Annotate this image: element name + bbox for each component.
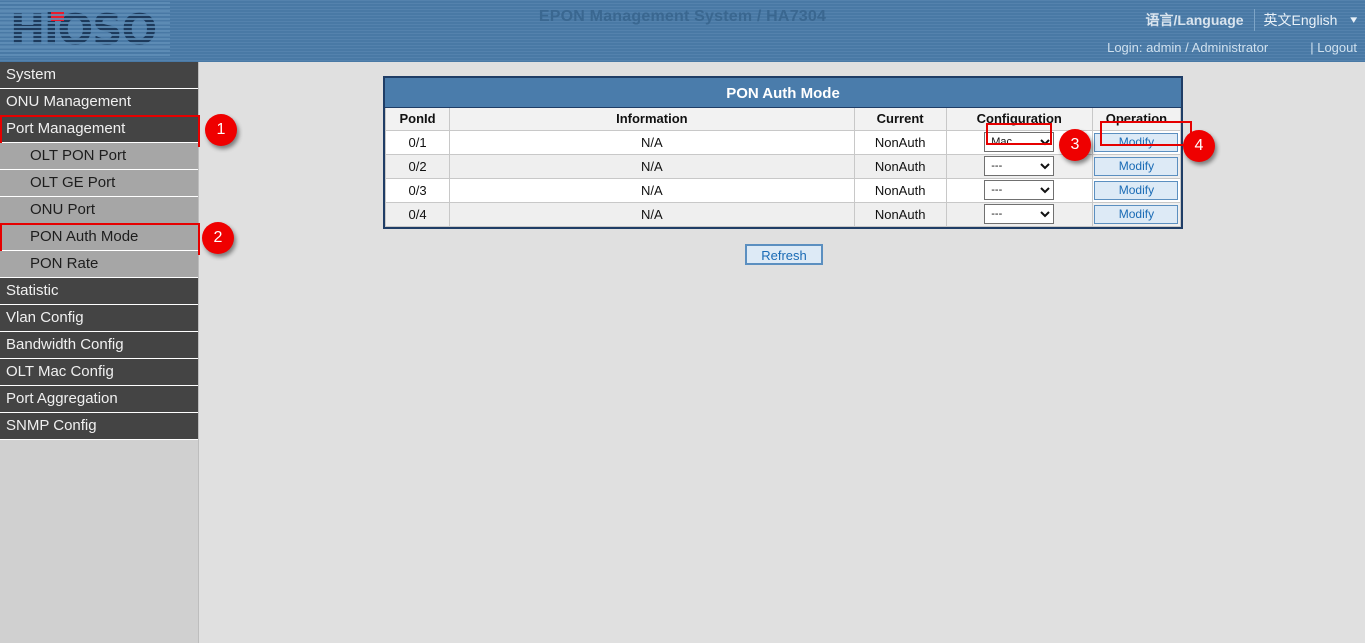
cell-information: N/A: [450, 202, 855, 226]
sidebar-item-onu-port[interactable]: ONU Port: [0, 197, 198, 224]
sidebar-item-bandwidth-config[interactable]: Bandwidth Config: [0, 332, 198, 359]
config-select-0-1[interactable]: ---MacLoidLoid+PwdPwd: [984, 132, 1054, 152]
sidebar-item-label: Vlan Config: [6, 309, 84, 326]
cell-configuration: ---MacLoidLoid+PwdPwd: [946, 178, 1092, 202]
panel-title: PON Auth Mode: [383, 76, 1183, 108]
table-row: 0/4N/ANonAuth ---MacLoidLoid+PwdPwd Modify: [386, 202, 1181, 226]
cell-operation: Modify: [1092, 130, 1180, 154]
cell-operation: Modify: [1092, 178, 1180, 202]
table-header-row: PonId Information Current Configuration …: [386, 108, 1181, 130]
cell-information: N/A: [450, 154, 855, 178]
modify-button-0-1[interactable]: Modify: [1094, 133, 1178, 152]
cell-ponid: 0/2: [386, 154, 450, 178]
pon-auth-mode-table: PonId Information Current Configuration …: [385, 108, 1181, 227]
sidebar-item-port-aggregation[interactable]: Port Aggregation: [0, 386, 198, 413]
column-header-ponid: PonId: [386, 108, 450, 130]
sidebar-item-statistic[interactable]: Statistic: [0, 278, 198, 305]
sidebar-item-vlan-config[interactable]: Vlan Config: [0, 305, 198, 332]
app-header: HiOSO EPON Management System / HA7304 语言…: [0, 0, 1365, 62]
sidebar-item-olt-pon-port[interactable]: OLT PON Port: [0, 143, 198, 170]
cell-operation: Modify: [1092, 202, 1180, 226]
config-select-0-2[interactable]: ---MacLoidLoid+PwdPwd: [984, 156, 1054, 176]
sidebar-item-label: PON Auth Mode: [30, 228, 138, 245]
modify-button-0-2[interactable]: Modify: [1094, 157, 1178, 176]
config-select-0-3[interactable]: ---MacLoidLoid+PwdPwd: [984, 180, 1054, 200]
sidebar-item-label: Statistic: [6, 282, 59, 299]
sidebar-item-label: OLT Mac Config: [6, 363, 114, 380]
cell-current: NonAuth: [854, 202, 946, 226]
modify-button-0-3[interactable]: Modify: [1094, 181, 1178, 200]
refresh-button[interactable]: Refresh: [745, 244, 823, 265]
cell-current: NonAuth: [854, 178, 946, 202]
sidebar-item-olt-mac-config[interactable]: OLT Mac Config: [0, 359, 198, 386]
table-row: 0/3N/ANonAuth ---MacLoidLoid+PwdPwd Modify: [386, 178, 1181, 202]
cell-ponid: 0/1: [386, 130, 450, 154]
sidebar-item-label: ONU Management: [6, 93, 131, 110]
sidebar-item-label: ONU Port: [30, 201, 95, 218]
language-label: 语言/Language: [1146, 10, 1244, 30]
config-select-0-4[interactable]: ---MacLoidLoid+PwdPwd: [984, 204, 1054, 224]
column-header-information: Information: [450, 108, 855, 130]
sidebar-item-label: Port Aggregation: [6, 390, 118, 407]
sidebar-item-onu-management[interactable]: ONU Management: [0, 89, 198, 116]
annotation-badge-2: 2: [202, 222, 234, 254]
cell-operation: Modify: [1092, 154, 1180, 178]
language-selector-group: 语言/Language 英文English ▾: [1146, 8, 1357, 32]
sidebar-item-port-management[interactable]: Port Management: [0, 116, 198, 143]
language-select[interactable]: 英文English ▾: [1254, 9, 1357, 31]
sidebar-nav: System ONU Management Port Management OLT P…: [0, 62, 199, 643]
column-header-configuration: Configuration: [946, 108, 1092, 130]
cell-configuration: ---MacLoidLoid+PwdPwd: [946, 202, 1092, 226]
sidebar-item-label: OLT GE Port: [30, 174, 115, 191]
cell-current: NonAuth: [854, 130, 946, 154]
chevron-down-icon: ▾: [1351, 15, 1358, 26]
sidebar-item-label: OLT PON Port: [30, 147, 126, 164]
sidebar-item-label: PON Rate: [30, 255, 98, 272]
annotation-badge-4: 4: [1183, 130, 1215, 162]
table-row: 0/2N/ANonAuth ---MacLoidLoid+PwdPwd Modify: [386, 154, 1181, 178]
sidebar-item-pon-rate[interactable]: PON Rate: [0, 251, 198, 278]
sidebar-item-label: Bandwidth Config: [6, 336, 124, 353]
cell-ponid: 0/4: [386, 202, 450, 226]
logout-link[interactable]: | Logout: [1310, 40, 1357, 55]
cell-current: NonAuth: [854, 154, 946, 178]
sidebar-item-system[interactable]: System: [0, 62, 198, 89]
column-header-operation: Operation: [1092, 108, 1180, 130]
cell-ponid: 0/3: [386, 178, 450, 202]
sidebar-item-olt-ge-port[interactable]: OLT GE Port: [0, 170, 198, 197]
sidebar-item-label: System: [6, 66, 56, 83]
login-user-text: Login: admin / Administrator: [1107, 40, 1268, 55]
sidebar-item-snmp-config[interactable]: SNMP Config: [0, 413, 198, 440]
language-select-value: 英文English: [1264, 10, 1338, 30]
cell-information: N/A: [450, 130, 855, 154]
modify-button-0-4[interactable]: Modify: [1094, 205, 1178, 224]
sidebar-item-label: SNMP Config: [6, 417, 97, 434]
annotation-badge-3: 3: [1059, 129, 1091, 161]
annotation-badge-1: 1: [205, 114, 237, 146]
session-info: Login: admin / Administrator | Logout: [1107, 40, 1357, 55]
sidebar-item-label: Port Management: [6, 120, 125, 137]
sidebar-item-pon-auth-mode[interactable]: PON Auth Mode: [0, 224, 198, 251]
column-header-current: Current: [854, 108, 946, 130]
cell-information: N/A: [450, 178, 855, 202]
